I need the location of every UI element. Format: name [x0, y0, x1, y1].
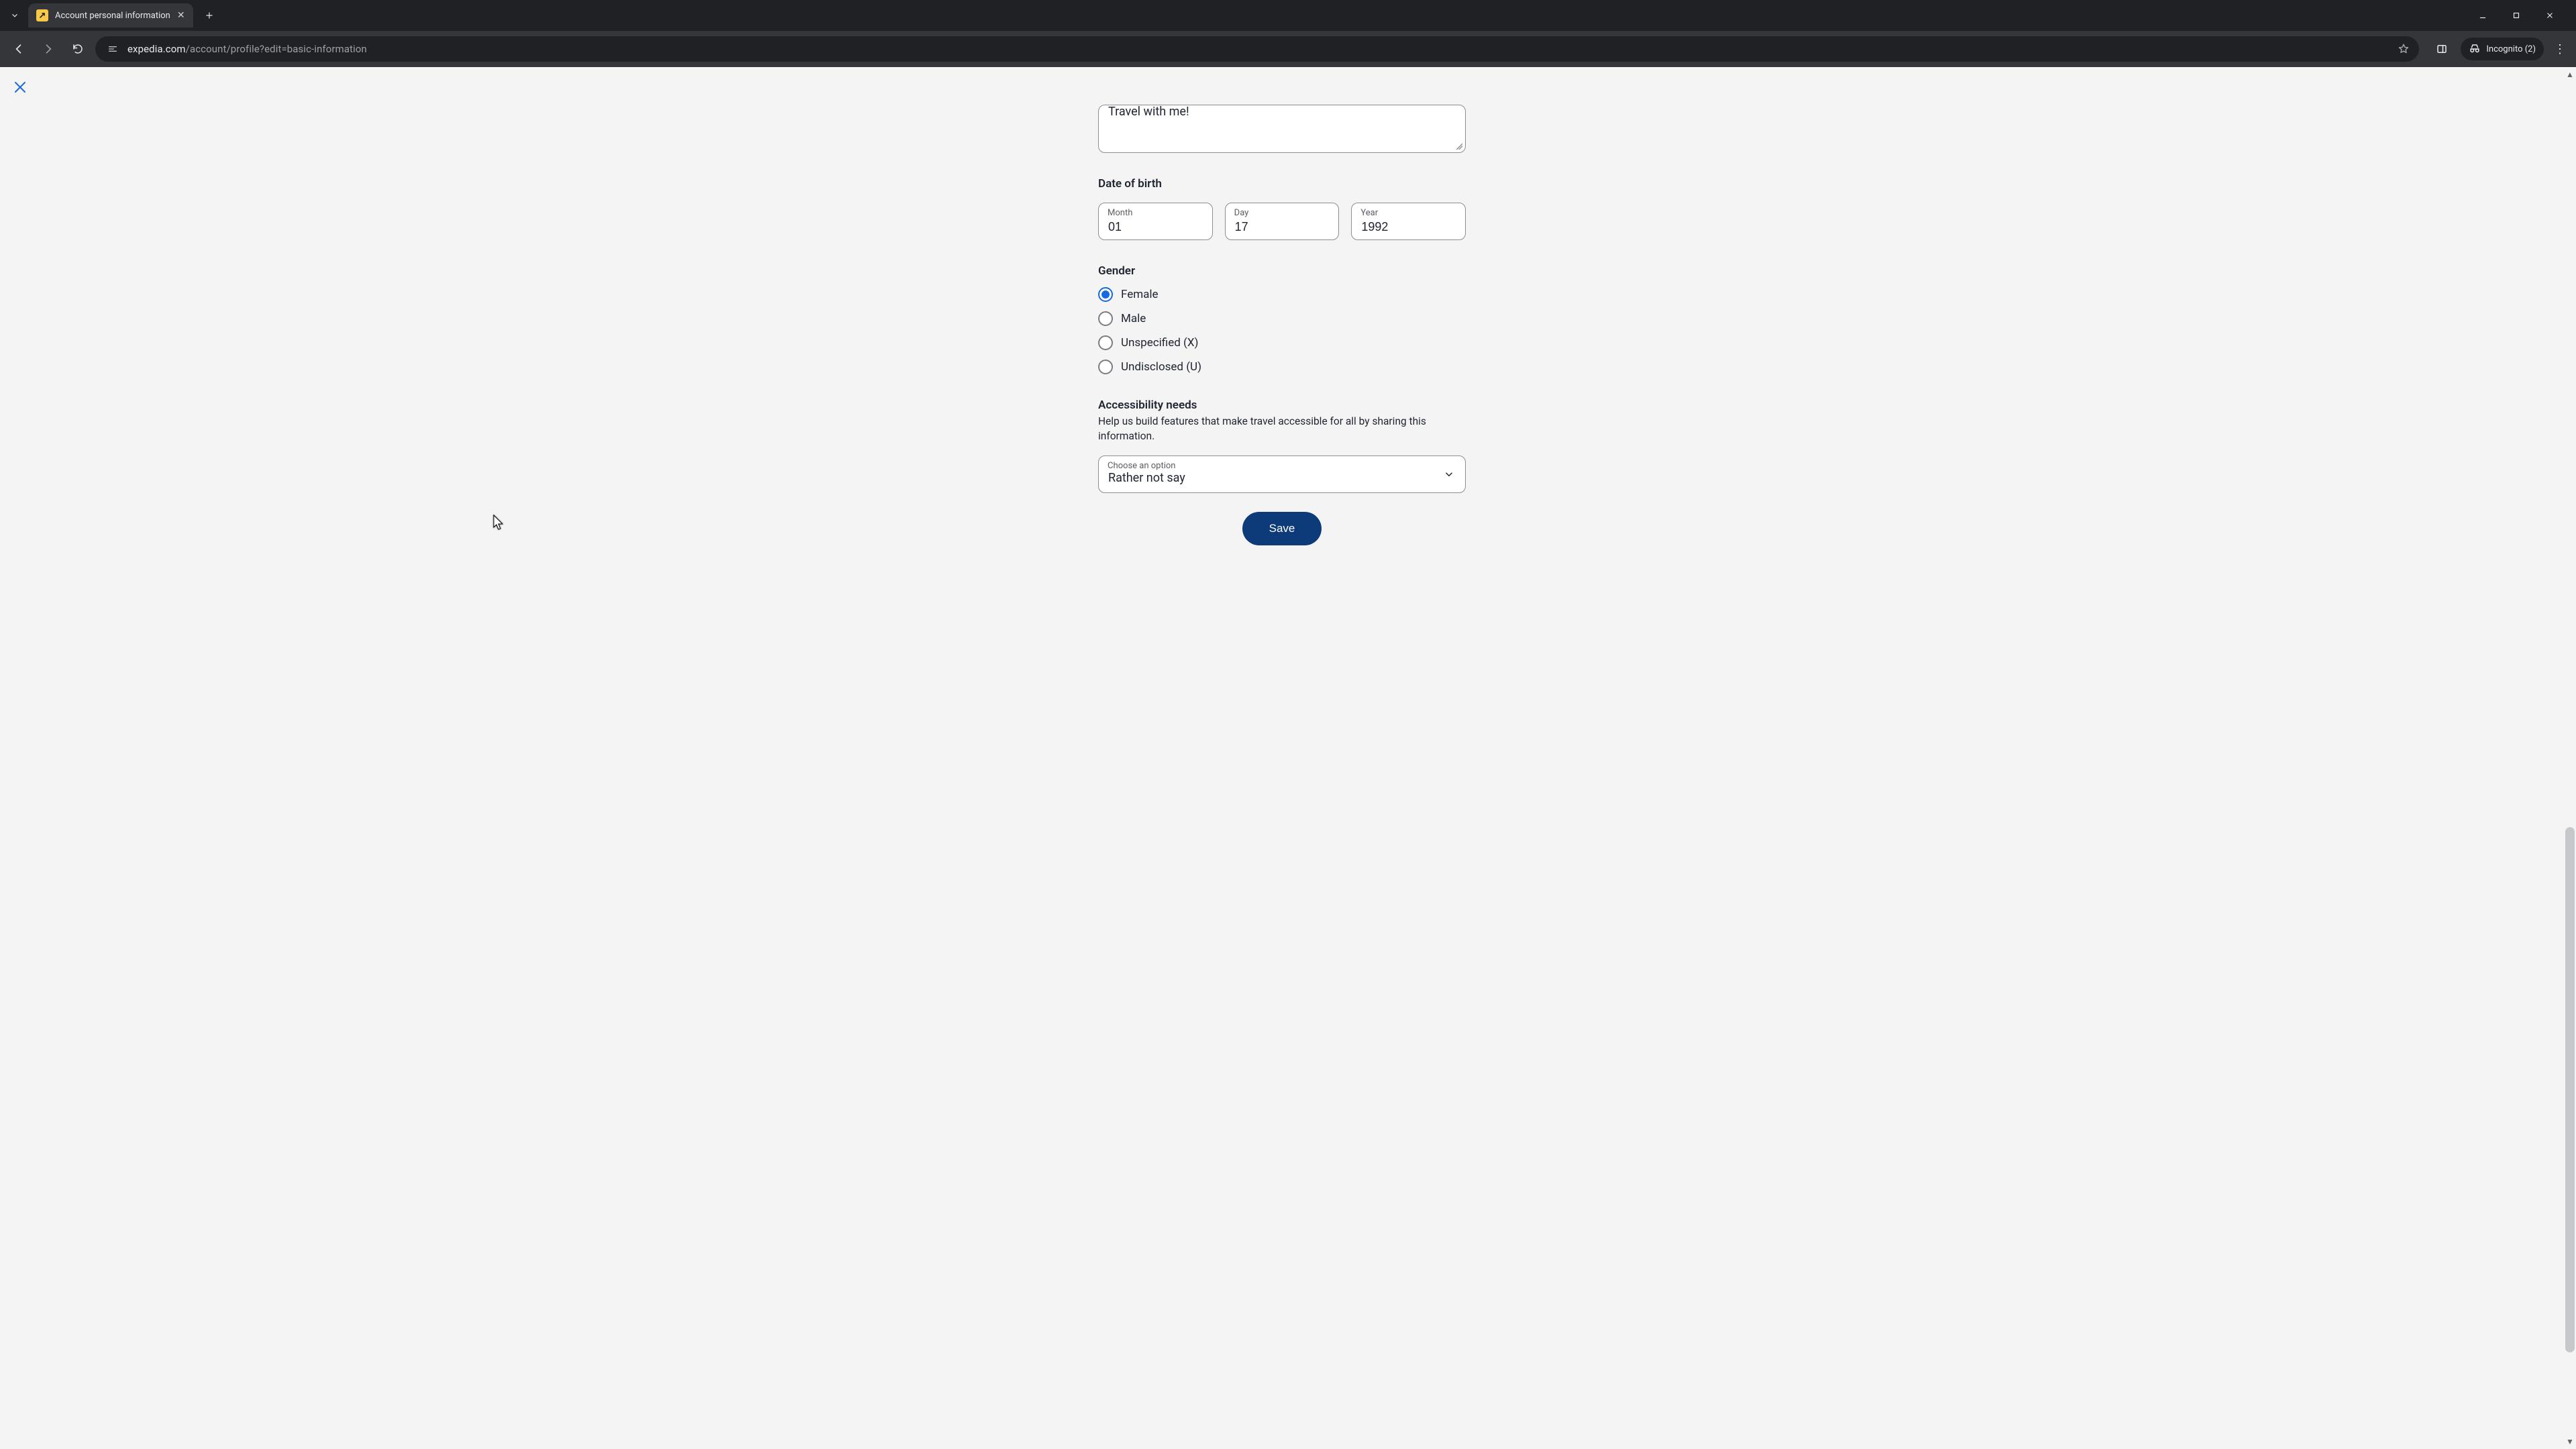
tab-title: Account personal information — [55, 11, 170, 21]
bio-textarea[interactable]: Travel with me! — [1098, 105, 1466, 153]
gender-radio-group: Female Male Unspecified (X) Undisclosed (U) — [1098, 287, 1466, 374]
arrow-left-icon — [12, 42, 25, 56]
gender-radio-item[interactable]: Unspecified (X) — [1098, 335, 1466, 350]
minimize-icon — [2478, 11, 2487, 20]
omnibox[interactable]: expedia.com/account/profile?edit=basic-i… — [95, 36, 2419, 62]
gender-option-label: Male — [1121, 312, 1146, 325]
gender-heading: Gender — [1098, 264, 1466, 278]
radio-icon[interactable] — [1098, 287, 1113, 302]
scrollbar-thumb[interactable] — [2565, 827, 2575, 1352]
browser-chrome: ↗ Account personal information ✕ — [0, 0, 2576, 67]
plus-icon — [205, 11, 214, 20]
dob-day-field: Day — [1225, 203, 1340, 240]
dob-row: Month Day Year — [1098, 203, 1466, 240]
maximize-icon — [2512, 11, 2521, 20]
scroll-down-arrow-icon[interactable]: ▼ — [2564, 1437, 2576, 1446]
tab-search-dropdown[interactable] — [5, 6, 24, 25]
panel-icon — [2436, 43, 2448, 55]
url-domain: expedia.com — [127, 43, 186, 55]
gender-option-label: Unspecified (X) — [1121, 336, 1198, 350]
gender-radio-item[interactable]: Male — [1098, 311, 1466, 326]
dob-month-field: Month — [1098, 203, 1213, 240]
nav-forward-button[interactable] — [36, 37, 60, 61]
gender-option-label: Female — [1121, 288, 1159, 301]
radio-icon[interactable] — [1098, 335, 1113, 350]
save-button[interactable]: Save — [1242, 512, 1322, 545]
window-controls — [2478, 11, 2571, 20]
close-icon — [2545, 11, 2555, 20]
panel-toggle-button[interactable] — [2430, 37, 2454, 61]
address-bar: expedia.com/account/profile?edit=basic-i… — [0, 31, 2576, 67]
vertical-scrollbar[interactable]: ▲ ▼ — [2564, 67, 2576, 1449]
browser-tab-active[interactable]: ↗ Account personal information ✕ — [28, 3, 193, 28]
site-settings-icon[interactable] — [105, 41, 121, 57]
browser-menu-button[interactable]: ⋮ — [2551, 42, 2569, 56]
scroll-area: Travel with me! Date of birth Month Day … — [0, 67, 2564, 1449]
chevron-down-icon — [10, 11, 19, 20]
gender-radio-item[interactable]: Female — [1098, 287, 1466, 302]
bookmark-star-icon[interactable] — [2398, 43, 2410, 55]
url-path: /account/profile?edit=basic-information — [186, 43, 367, 55]
tab-strip: ↗ Account personal information ✕ — [0, 0, 2576, 31]
dob-year-label: Year — [1360, 208, 1378, 218]
expedia-favicon: ↗ — [36, 9, 48, 21]
accessibility-heading: Accessibility needs — [1098, 398, 1466, 412]
radio-icon[interactable] — [1098, 311, 1113, 326]
url-text: expedia.com/account/profile?edit=basic-i… — [127, 43, 367, 55]
accessibility-subtext: Help us build features that make travel … — [1098, 415, 1466, 443]
scroll-up-arrow-icon[interactable]: ▲ — [2564, 70, 2576, 79]
incognito-chip[interactable]: Incognito (2) — [2461, 38, 2544, 60]
profile-form: Travel with me! Date of birth Month Day … — [1098, 105, 1466, 545]
accessibility-select-field: Choose an option Rather not say — [1098, 455, 1466, 493]
new-tab-button[interactable] — [200, 6, 219, 25]
accessibility-select-label: Choose an option — [1108, 461, 1175, 471]
reload-icon — [72, 43, 84, 55]
tab-close-icon[interactable]: ✕ — [177, 10, 185, 21]
page-viewport: Travel with me! Date of birth Month Day … — [0, 67, 2576, 1449]
gender-option-label: Undisclosed (U) — [1121, 360, 1201, 374]
dob-year-field: Year — [1351, 203, 1466, 240]
incognito-icon — [2469, 43, 2481, 55]
dob-month-label: Month — [1108, 208, 1132, 218]
window-close-button[interactable] — [2545, 11, 2564, 20]
nav-reload-button[interactable] — [66, 37, 90, 61]
resize-grip-icon[interactable] — [1454, 142, 1462, 150]
dob-heading: Date of birth — [1098, 177, 1466, 191]
dob-day-label: Day — [1234, 208, 1249, 218]
window-minimize-button[interactable] — [2478, 11, 2497, 20]
nav-back-button[interactable] — [7, 37, 31, 61]
incognito-label: Incognito (2) — [2486, 44, 2536, 54]
arrow-right-icon — [42, 42, 55, 56]
toolbar-right: Incognito (2) ⋮ — [2424, 37, 2569, 61]
window-maximize-button[interactable] — [2512, 11, 2530, 20]
gender-radio-item[interactable]: Undisclosed (U) — [1098, 360, 1466, 374]
bio-value: Travel with me! — [1108, 105, 1189, 119]
radio-icon[interactable] — [1098, 360, 1113, 374]
